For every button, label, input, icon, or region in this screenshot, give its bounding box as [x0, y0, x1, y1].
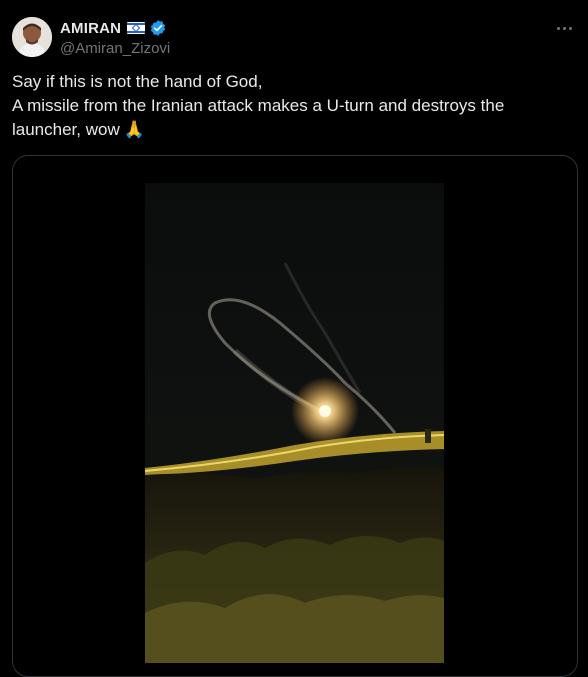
more-options-button[interactable]	[552, 18, 576, 38]
display-name[interactable]: AMIRAN	[60, 20, 121, 37]
tweet-header: AMIRAN @Amiran_Zizovi	[12, 16, 578, 60]
tweet-text-line: launcher, wow 🙏	[12, 118, 572, 142]
tweet-text-line: Say if this is not the hand of God,	[12, 72, 263, 91]
avatar[interactable]	[12, 17, 52, 57]
verified-badge-icon	[151, 20, 166, 36]
tweet-text-line: A missile from the Iranian attack makes …	[12, 96, 505, 115]
tweet-text: Say if this is not the hand of God, A mi…	[12, 70, 572, 142]
author-handle[interactable]: @Amiran_Zizovi	[60, 40, 170, 57]
name-row: AMIRAN	[60, 18, 167, 38]
more-horizontal-icon	[556, 26, 560, 30]
video-player[interactable]	[145, 183, 444, 663]
media-card[interactable]	[12, 155, 578, 677]
israel-flag-icon	[127, 22, 146, 34]
pray-emoji-icon: 🙏	[123, 120, 145, 139]
